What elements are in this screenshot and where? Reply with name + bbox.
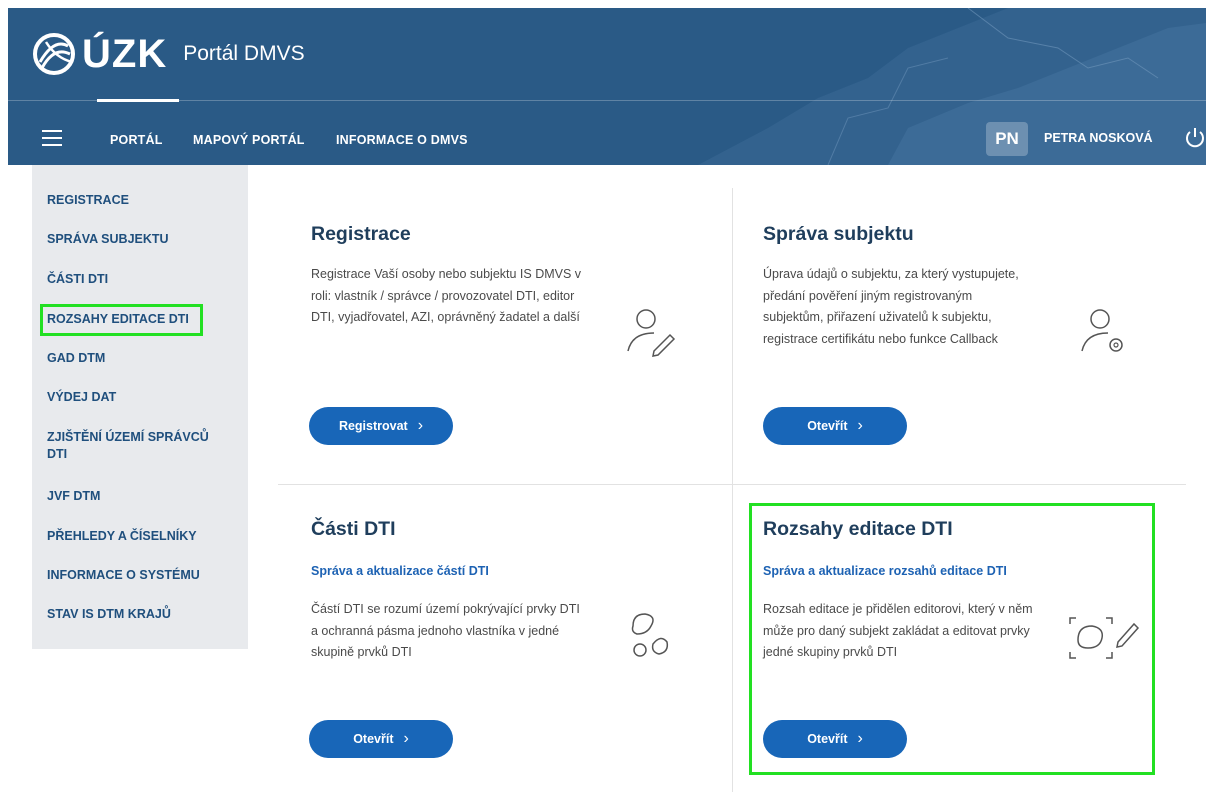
card-sprava-subjektu-button-label: Otevřít	[807, 419, 848, 433]
brand[interactable]: ÚZK Portál DMVS	[32, 26, 305, 82]
sidebar-item-registrace[interactable]: REGISTRACE	[47, 192, 237, 209]
sidebar-highlight	[40, 304, 203, 336]
chevron-right-icon: ›	[417, 417, 424, 434]
user-avatar[interactable]: PN	[986, 122, 1028, 156]
card-casti-dti-subtitle: Správa a aktualizace částí DTI	[311, 564, 489, 578]
user-settings-icon	[1081, 309, 1123, 352]
card-sprava-subjektu-button[interactable]: Otevřít ›	[763, 407, 907, 445]
nav-info-dmvs[interactable]: INFORMACE O DMVS	[336, 133, 468, 147]
logout-icon[interactable]	[1184, 126, 1206, 148]
logo-text: ÚZK	[82, 31, 168, 76]
sidebar-item-zjisteni-uzemi[interactable]: ZJIŠTĚNÍ ÚZEMÍ SPRÁVCŮ DTI	[47, 429, 227, 463]
chevron-right-icon: ›	[857, 417, 863, 434]
card-registrace-button[interactable]: Registrovat ›	[309, 407, 453, 445]
sidebar: REGISTRACE SPRÁVA SUBJEKTU ČÁSTI DTI ROZ…	[32, 165, 248, 649]
nav-map-portal[interactable]: MAPOVÝ PORTÁL	[193, 133, 305, 147]
grid-divider-horizontal	[278, 484, 1186, 485]
nav-portal[interactable]: PORTÁL	[110, 133, 163, 147]
sidebar-item-stav-is-dtm[interactable]: STAV IS DTM KRAJŮ	[47, 606, 237, 623]
user-edit-icon	[627, 309, 676, 357]
card-registrace-title: Registrace	[311, 223, 411, 245]
card-sprava-subjektu-title: Správa subjektu	[763, 223, 914, 245]
sidebar-item-jvf-dtm[interactable]: JVF DTM	[47, 488, 237, 505]
sidebar-item-sprava-subjektu[interactable]: SPRÁVA SUBJEKTU	[47, 231, 237, 248]
portal-title: Portál DMVS	[183, 42, 305, 65]
menu-icon[interactable]	[42, 130, 62, 146]
header-divider	[8, 100, 1206, 101]
sidebar-item-casti-dti[interactable]: ČÁSTI DTI	[47, 271, 237, 288]
grid-divider-vertical	[732, 188, 733, 792]
card-casti-dti-title: Části DTI	[311, 518, 396, 540]
card-sprava-subjektu-description: Úprava údajů o subjektu, za který vystup…	[763, 267, 1019, 346]
sidebar-item-gad-dtm[interactable]: GAD DTM	[47, 350, 237, 367]
card-registrace-button-label: Registrovat	[338, 419, 408, 433]
sidebar-item-vydej-dat[interactable]: VÝDEJ DAT	[47, 389, 237, 406]
chevron-right-icon: ›	[403, 730, 409, 747]
card-casti-dti-button-label: Otevřít	[353, 732, 394, 746]
card-casti-dti-button[interactable]: Otevřít ›	[309, 720, 453, 758]
sidebar-item-prehledy[interactable]: PŘEHLEDY A ČÍSELNÍKY	[47, 528, 237, 545]
card-highlight	[749, 503, 1155, 775]
app-header: ÚZK Portál DMVS PORTÁL MAPOVÝ PORTÁL INF…	[8, 8, 1206, 165]
card-casti-dti-description: Částí DTI se rozumí území pokrývající pr…	[311, 602, 580, 659]
nav-active-indicator	[97, 99, 179, 102]
sidebar-item-informace-o-systemu[interactable]: INFORMACE O SYSTÉMU	[47, 567, 237, 584]
user-name[interactable]: PETRA NOSKOVÁ	[1044, 131, 1153, 145]
shapes-icon	[631, 613, 669, 657]
cuzk-logo-icon	[33, 33, 75, 75]
card-registrace-description: Registrace Vaší osoby nebo subjektu IS D…	[311, 267, 582, 324]
